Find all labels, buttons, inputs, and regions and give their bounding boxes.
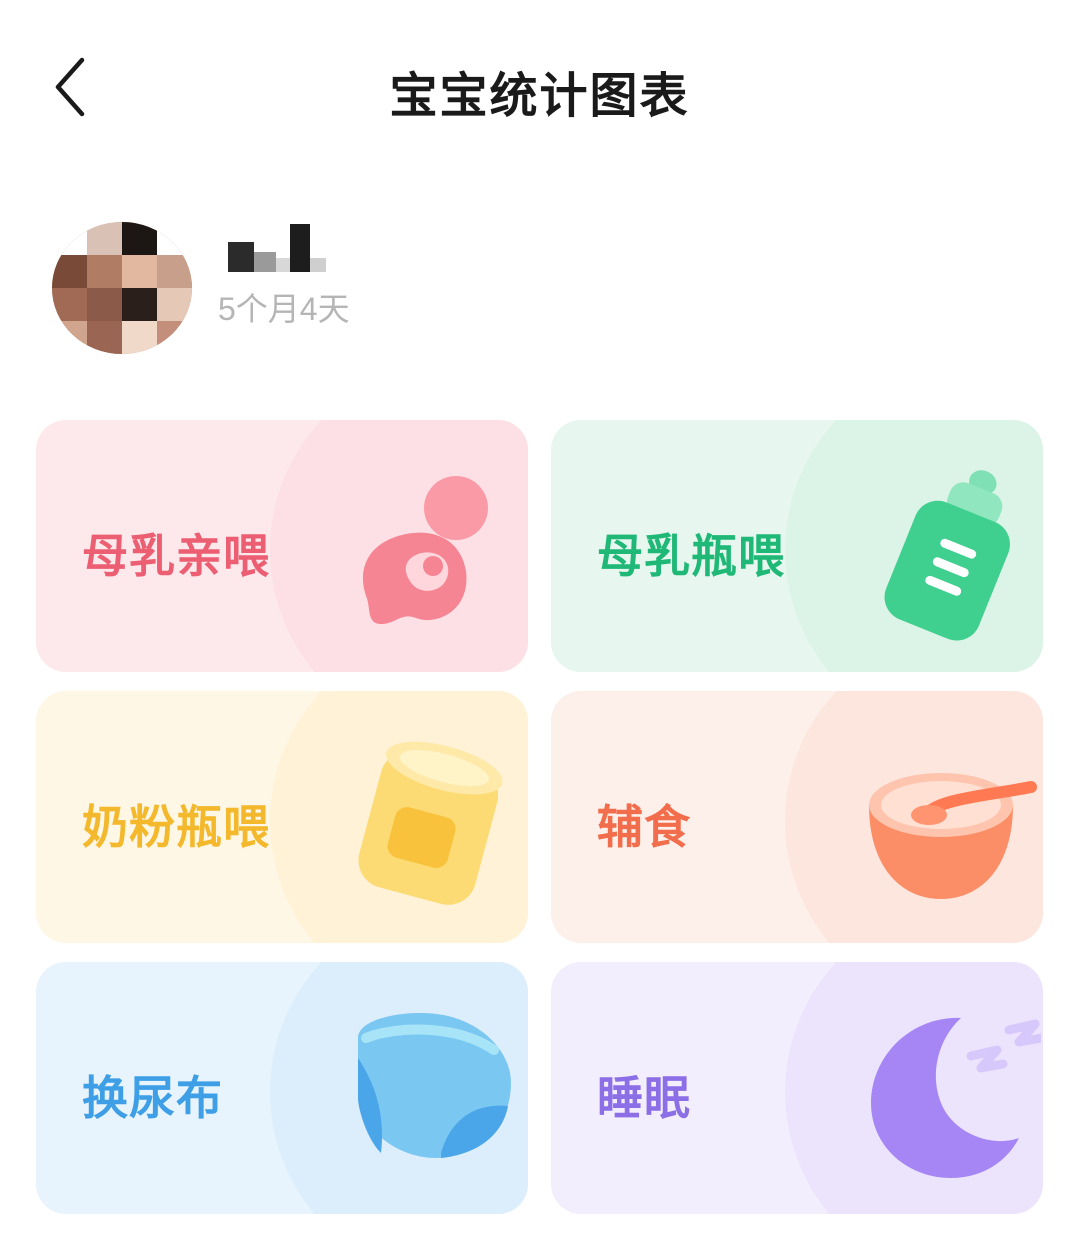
card-label: 换尿布: [82, 1071, 223, 1125]
card-label: 母乳亲喂: [82, 529, 270, 583]
avatar[interactable]: [52, 222, 192, 354]
card-breastfeeding[interactable]: 母乳亲喂: [36, 420, 528, 672]
card-label: 辅食: [597, 800, 691, 854]
card-formula-feeding[interactable]: 奶粉瓶喂: [36, 691, 528, 943]
baby-profile[interactable]: 5个月4天: [52, 222, 552, 362]
card-label: 母乳瓶喂: [597, 529, 785, 583]
baby-name-redacted: [228, 224, 328, 276]
breastfeeding-icon: [362, 476, 488, 624]
card-complementary-food[interactable]: 辅食: [551, 691, 1043, 943]
baby-age: 5个月4天: [218, 291, 350, 327]
card-bottle-breast-milk[interactable]: 母乳瓶喂: [551, 420, 1043, 672]
moon-sleep-icon: [871, 1017, 1041, 1178]
card-sleep[interactable]: 睡眠: [551, 962, 1043, 1214]
card-diaper-change[interactable]: 换尿布: [36, 962, 528, 1214]
diaper-icon: [358, 1013, 511, 1158]
baby-bottle-icon: [884, 470, 1010, 641]
header: 宝宝统计图表: [0, 0, 1079, 175]
page-title: 宝宝统计图表: [389, 68, 690, 124]
card-label: 睡眠: [597, 1071, 691, 1125]
food-bowl-icon: [869, 773, 1037, 899]
card-label: 奶粉瓶喂: [82, 800, 270, 854]
formula-can-icon: [358, 741, 503, 905]
